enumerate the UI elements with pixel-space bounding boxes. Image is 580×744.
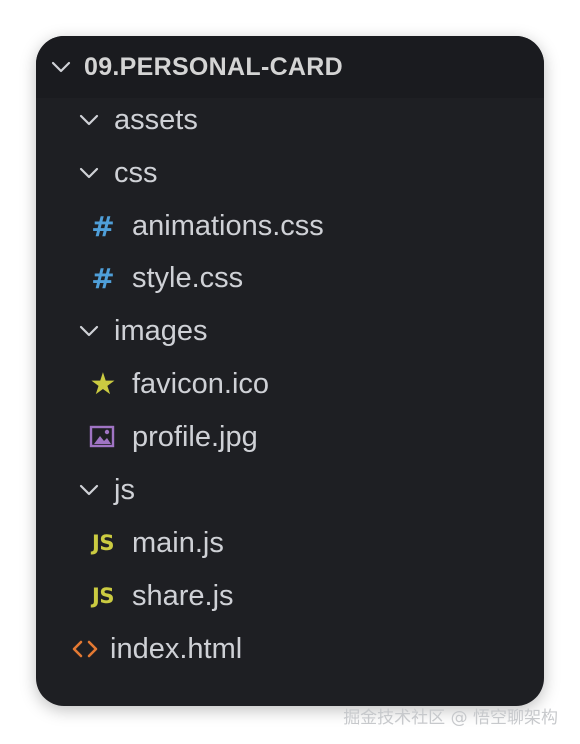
file-label: profile.jpg <box>132 420 258 453</box>
folder-label: css <box>114 156 158 189</box>
css-hash-icon: # <box>91 209 115 243</box>
chevron-down-icon[interactable] <box>74 105 104 135</box>
chevron-down-icon[interactable] <box>74 158 104 188</box>
file-label: animations.css <box>132 209 324 242</box>
js-icon: JS <box>92 584 114 608</box>
file-animations-css[interactable]: # animations.css <box>36 200 544 252</box>
file-style-css[interactable]: # style.css <box>36 252 544 304</box>
folder-css[interactable]: css <box>36 147 544 199</box>
folder-js[interactable]: js <box>36 464 544 516</box>
html-brackets-icon <box>70 634 100 664</box>
file-label: index.html <box>110 632 243 665</box>
file-favicon-ico[interactable]: ★ favicon.ico <box>36 358 544 410</box>
file-main-js[interactable]: JS main.js <box>36 517 544 569</box>
folder-label: js <box>114 473 135 506</box>
file-share-js[interactable]: JS share.js <box>36 570 544 622</box>
js-icon: JS <box>92 531 114 555</box>
file-label: main.js <box>132 526 224 559</box>
file-label: share.js <box>132 579 234 612</box>
file-label: style.css <box>132 261 244 294</box>
folder-label: images <box>114 314 208 347</box>
explorer-root-label: 09.PERSONAL-CARD <box>84 52 343 81</box>
folder-assets[interactable]: assets <box>36 94 544 146</box>
file-label: favicon.ico <box>132 367 270 400</box>
file-index-html[interactable]: index.html <box>36 623 544 675</box>
chevron-down-icon[interactable] <box>74 316 104 346</box>
image-icon <box>88 422 118 452</box>
file-profile-jpg[interactable]: profile.jpg <box>36 411 544 463</box>
folder-label: assets <box>114 103 198 136</box>
css-hash-icon: # <box>91 261 115 295</box>
chevron-down-icon[interactable] <box>74 475 104 505</box>
explorer-root-folder[interactable]: 09.PERSONAL-CARD <box>36 36 544 98</box>
watermark-text: 掘金技术社区 @ 悟空聊架构 <box>343 708 558 728</box>
file-explorer-panel: 09.PERSONAL-CARD assets css # animations… <box>36 36 544 706</box>
folder-images[interactable]: images <box>36 305 544 357</box>
chevron-down-icon[interactable] <box>46 52 76 82</box>
star-icon: ★ <box>89 367 117 401</box>
